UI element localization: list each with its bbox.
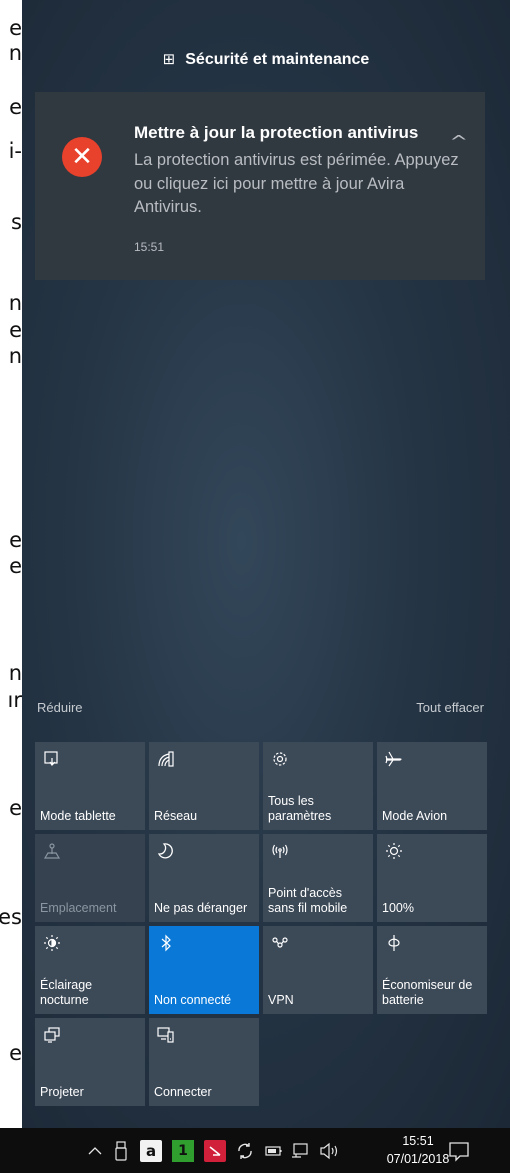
tile-tablet-mode[interactable]: Mode tablette [35,742,145,830]
edge-text: e [9,796,22,820]
edge-text: n [8,41,22,65]
edge-text: es [0,905,22,929]
tile-label: Point d'accès sans fil mobile [268,886,348,915]
tile-bluetooth[interactable]: Non connecté [149,926,259,1014]
tile-vpn[interactable]: VPN [263,926,373,1014]
tile-label: Tous les paramètres [268,794,332,823]
tile-label: 100% [382,901,414,915]
notification-group-header[interactable]: ⊞ Sécurité et maintenance [22,50,510,69]
connect-icon [155,1024,177,1046]
tile-label: VPN [268,993,294,1007]
tile-project[interactable]: Projeter [35,1018,145,1106]
edge-text: ır [7,688,22,712]
edge-text: n [8,661,22,685]
action-center-button[interactable] [448,1140,474,1162]
tile-battery-saver[interactable]: Économiseur de batterie [377,926,487,1014]
tile-label: Ne pas déranger [154,901,248,915]
tile-do-not-disturb[interactable]: Ne pas déranger [149,834,259,922]
edge-text: e [9,554,22,578]
vpn-icon [269,932,291,954]
notification-group-title: Sécurité et maintenance [185,51,370,68]
airplane-icon [383,748,405,770]
collapse-notification-icon[interactable]: ^ [449,132,468,151]
edge-text: e [9,318,22,342]
location-icon [41,840,63,862]
edge-text: e [9,1041,22,1065]
battery-icon[interactable] [264,1140,284,1162]
brightness-icon [383,840,405,862]
tile-all-settings[interactable]: Tous les paramètres [263,742,373,830]
quick-actions-grid: Mode tablette Réseau Tous les paramètres… [35,742,487,1106]
edge-text: n [8,291,22,315]
edge-text: e [9,16,22,40]
tile-label: Éclairage nocturne [40,978,93,1007]
tile-label: Emplacement [40,901,117,915]
chevron-up-icon[interactable] [86,1140,104,1162]
network-monitor-icon[interactable] [290,1140,310,1162]
background-page-edge: e n e i- s n e n e e n ır e es e [0,0,22,1128]
notification-time: 15:51 [134,240,165,254]
taskbar-clock[interactable]: 15:51 07/01/2018 [383,1132,453,1168]
tile-label: Connecter [154,1085,212,1099]
night-light-icon [41,932,63,954]
volume-icon[interactable] [318,1140,344,1162]
notification-body: La protection antivirus est périmée. App… [134,151,459,216]
tile-network[interactable]: Réseau [149,742,259,830]
notification-card[interactable]: ✕ Mettre à jour la protection antivirus … [35,92,485,280]
tile-mobile-hotspot[interactable]: Point d'accès sans fil mobile [263,834,373,922]
taskbar: a 1 15:51 07/01/2018 [0,1128,510,1173]
tile-label: Non connecté [154,993,232,1007]
shield-grid-icon: ⊞ [162,50,176,68]
edge-text: s [11,210,22,234]
edge-text: i- [8,139,22,163]
bluetooth-icon [155,932,177,954]
clock-date: 07/01/2018 [386,1152,450,1166]
settings-gear-icon [269,748,291,770]
battery-saver-icon [383,932,405,954]
edge-text: e [9,95,22,119]
tile-label: Mode Avion [382,809,448,823]
tile-label: Réseau [154,809,198,823]
project-icon [41,1024,63,1046]
green-one-icon[interactable]: 1 [172,1140,194,1162]
usb-icon[interactable] [113,1140,129,1162]
tile-location[interactable]: Emplacement [35,834,145,922]
tile-brightness[interactable]: 100% [377,834,487,922]
collapse-quick-actions-link[interactable]: Réduire [37,700,83,715]
tile-label: Projeter [40,1085,84,1099]
edge-text: e [9,528,22,552]
amazon-a-icon[interactable]: a [140,1140,162,1162]
hotspot-icon [269,840,291,862]
tile-label: Économiseur de batterie [382,978,473,1007]
sync-icon[interactable] [234,1140,256,1162]
tile-airplane-mode[interactable]: Mode Avion [377,742,487,830]
clear-all-link[interactable]: Tout effacer [416,700,484,715]
tile-label: Mode tablette [40,809,116,823]
action-center-panel: ⊞ Sécurité et maintenance ✕ Mettre à jour… [22,0,510,1128]
tablet-mode-icon [41,748,63,770]
notification-title: Mettre à jour la protection antivirus [134,123,419,142]
error-x-icon: ✕ [62,137,102,177]
edge-text: n [8,344,22,368]
clock-time: 15:51 [402,1134,434,1148]
tile-connect[interactable]: Connecter [149,1018,259,1106]
tile-night-light[interactable]: Éclairage nocturne [35,926,145,1014]
network-icon [155,748,177,770]
moon-icon [155,840,177,862]
red-app-icon[interactable] [204,1140,226,1162]
